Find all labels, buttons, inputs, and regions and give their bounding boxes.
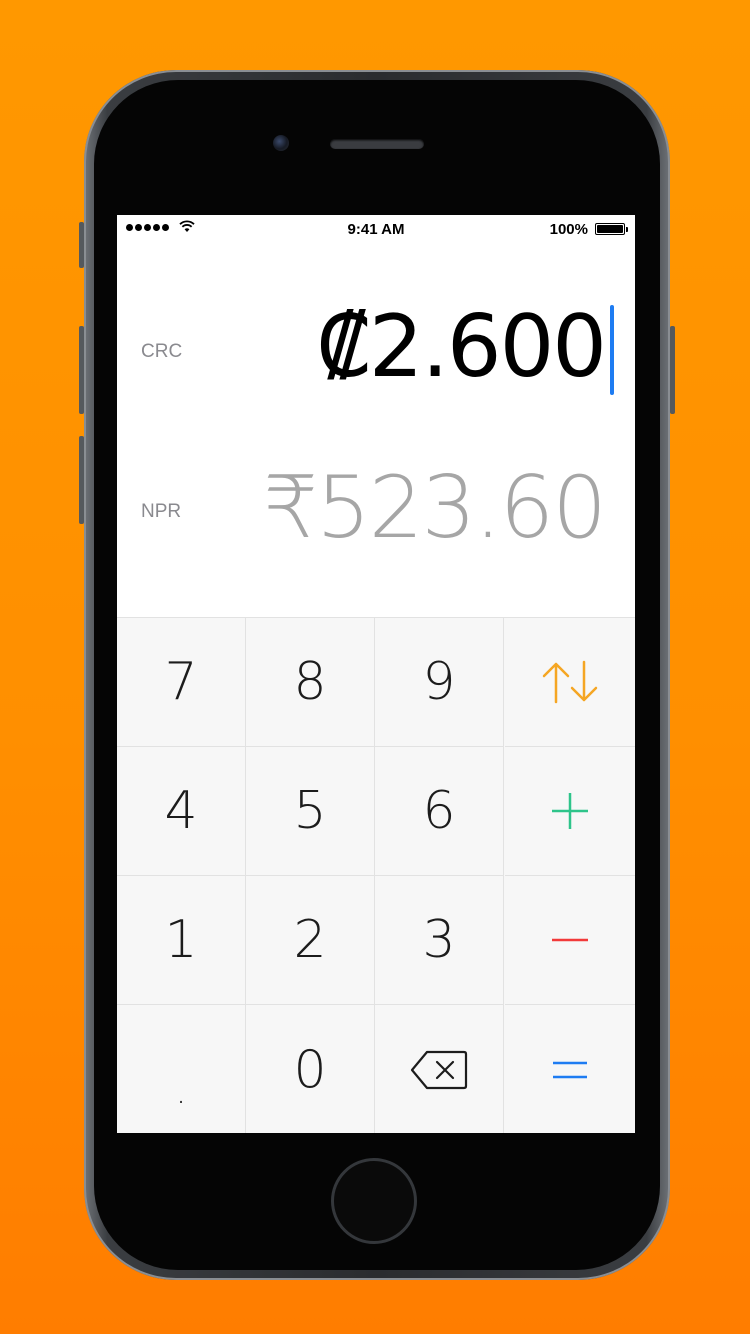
status-bar: 9:41 AM 100% <box>117 215 635 245</box>
key-5[interactable]: 5 <box>246 747 375 876</box>
key-9[interactable]: 9 <box>375 618 504 747</box>
battery-icon <box>595 223 625 235</box>
key-7-label: 7 <box>164 652 198 712</box>
key-3[interactable]: 3 <box>375 876 504 1005</box>
equals-button[interactable] <box>505 1005 635 1133</box>
swap-currencies-button[interactable] <box>505 618 635 747</box>
keypad: 7 8 9 4 5 6 1 2 3 . 0 <box>117 617 635 1133</box>
mute-switch <box>79 222 84 268</box>
battery-percent: 100% <box>549 221 588 238</box>
key-decimal[interactable]: . <box>117 1005 246 1133</box>
key-2-label: 2 <box>293 910 327 970</box>
from-amount-input[interactable]: ₡2.600 <box>316 297 607 397</box>
add-button[interactable] <box>505 747 635 876</box>
to-amount-display: ₹523.60 <box>263 458 607 558</box>
key-0-label: 0 <box>293 1039 327 1100</box>
key-4[interactable]: 4 <box>117 747 246 876</box>
key-0[interactable]: 0 <box>246 1005 375 1133</box>
key-8[interactable]: 8 <box>246 618 375 747</box>
text-cursor <box>610 305 614 395</box>
key-8-label: 8 <box>293 652 327 712</box>
power-button <box>670 326 675 414</box>
backspace-icon <box>410 1050 468 1089</box>
equals-icon <box>553 1061 587 1078</box>
key-3-label: 3 <box>422 910 456 970</box>
earpiece-speaker <box>330 139 424 149</box>
app-screen: 9:41 AM 100% CRC ₡2.600 NPR ₹523.60 7 8 … <box>117 215 635 1133</box>
key-9-label: 9 <box>422 652 456 712</box>
swap-icon <box>542 660 598 704</box>
to-currency-code[interactable]: NPR <box>141 501 181 523</box>
backspace-button[interactable] <box>375 1005 504 1133</box>
key-2[interactable]: 2 <box>246 876 375 1005</box>
key-6-label: 6 <box>422 781 456 841</box>
key-7[interactable]: 7 <box>117 618 246 747</box>
subtract-button[interactable] <box>505 876 635 1005</box>
key-6[interactable]: 6 <box>375 747 504 876</box>
key-5-label: 5 <box>293 781 327 841</box>
from-currency-code[interactable]: CRC <box>141 341 182 363</box>
plus-icon <box>552 793 588 829</box>
minus-icon <box>552 938 588 942</box>
key-1[interactable]: 1 <box>117 876 246 1005</box>
key-decimal-label: . <box>175 1071 187 1112</box>
home-button[interactable] <box>331 1158 417 1244</box>
key-1-label: 1 <box>164 910 198 970</box>
battery-nub <box>626 227 628 232</box>
key-4-label: 4 <box>164 781 198 841</box>
volume-up-button <box>79 326 84 414</box>
front-camera <box>273 135 289 151</box>
volume-down-button <box>79 436 84 524</box>
